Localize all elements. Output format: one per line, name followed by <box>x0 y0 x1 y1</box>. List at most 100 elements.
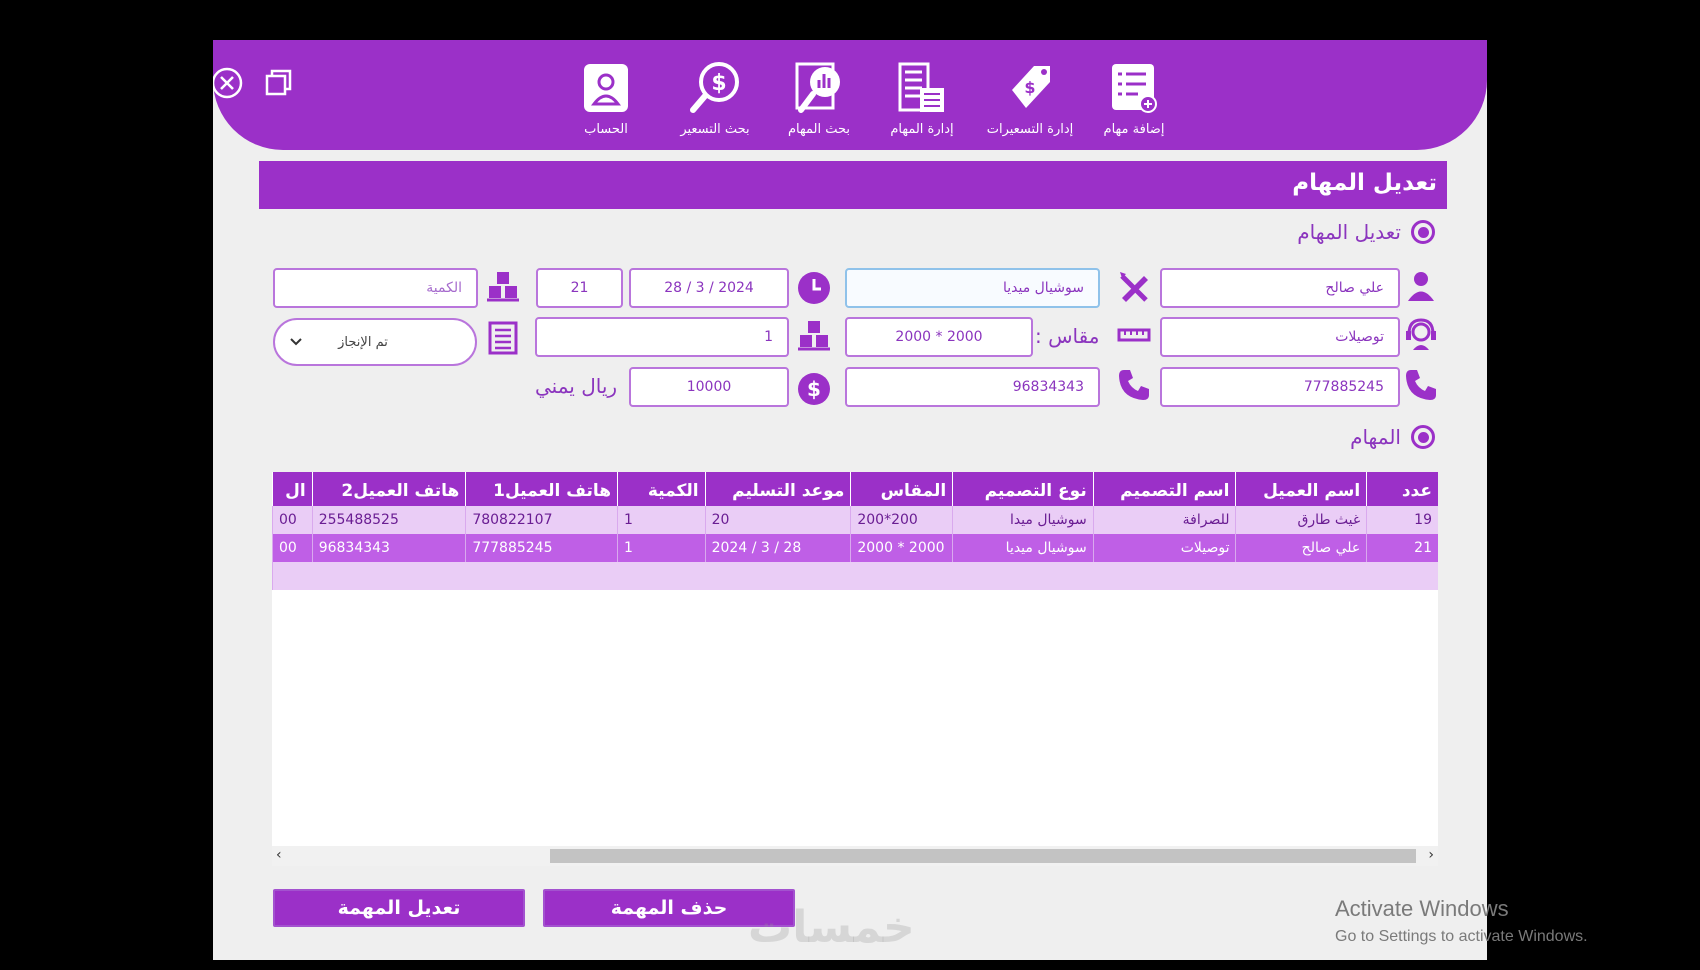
column-header[interactable]: الكمية <box>617 472 706 506</box>
dollar-icon: $ <box>796 371 832 407</box>
nav-account-label: الحساب <box>584 122 628 137</box>
phone-icon <box>1403 367 1439 403</box>
list-icon <box>485 320 521 356</box>
task-id-input[interactable]: 21 <box>536 268 623 308</box>
table-cell: سوشيال ميديا <box>952 534 1094 562</box>
nav-price-management-label: إدارة التسعيرات <box>986 122 1074 137</box>
quantity-placeholder-input[interactable]: الكمية <box>273 268 478 308</box>
horizontal-scrollbar[interactable]: ‹ › <box>272 846 1438 866</box>
tasks-grid[interactable]: عدد اسم العميل اسم التصميم نوع التصميم ا… <box>272 472 1438 850</box>
edit-task-button[interactable]: تعديل المهمة <box>273 889 525 927</box>
nav-task-management-label: إدارة المهام <box>890 122 954 137</box>
tasks-table: عدد اسم العميل اسم التصميم نوع التصميم ا… <box>272 472 1438 590</box>
price-search-icon: $ <box>690 62 739 113</box>
price-input[interactable]: 10000 <box>629 367 789 407</box>
nav-task-search-label: بحث المهام <box>788 122 850 137</box>
column-header[interactable]: هاتف العميل1 <box>465 472 618 506</box>
table-cell: 19 <box>1366 506 1438 534</box>
column-header[interactable]: موعد التسليم <box>704 472 851 506</box>
app-window: الحساب $ بحث التسعير بحث المهام إدارة ال… <box>213 40 1487 960</box>
watermark-text: خمسات <box>748 902 915 953</box>
delivery-date-input[interactable]: 2024 / 3 / 28 <box>629 268 789 308</box>
radio-icon[interactable] <box>1411 425 1435 449</box>
clock-icon <box>796 270 832 306</box>
phone1-input[interactable]: 777885245 <box>1160 367 1400 407</box>
page-title: تعديل المهام <box>1292 170 1437 196</box>
nav-task-management[interactable]: إدارة المهام <box>872 60 972 148</box>
table-cell: 2000 * 2000 <box>850 534 953 562</box>
column-header[interactable]: اسم التصميم <box>1092 472 1236 506</box>
table-cell: 255488525 <box>311 506 466 534</box>
status-select[interactable]: تم الإنجاز <box>273 318 477 366</box>
status-select-value: تم الإنجاز <box>338 334 388 350</box>
support-agent-icon <box>1403 316 1439 352</box>
ruler-icon <box>1116 317 1152 353</box>
table-cell: سوشيال ميدا <box>952 506 1094 534</box>
table-row[interactable]: 21 علي صالح توصيلات سوشيال ميديا 2000 * … <box>272 534 1438 562</box>
chevron-down-icon <box>290 338 302 346</box>
activate-windows-notice: Activate Windows Go to Settings to activ… <box>1335 896 1588 946</box>
table-cell: 777885245 <box>465 534 618 562</box>
column-header[interactable]: ال <box>272 472 313 506</box>
restore-window-button[interactable] <box>261 66 295 100</box>
column-header[interactable]: اسم العميل <box>1235 472 1367 506</box>
phone-icon <box>1116 367 1152 403</box>
table-cell: توصيلات <box>1092 534 1236 562</box>
column-header[interactable]: عدد <box>1366 472 1438 506</box>
design-name-input[interactable]: توصيلات <box>1160 317 1400 357</box>
column-header[interactable]: هاتف العميل2 <box>311 472 466 506</box>
scroll-left-icon[interactable]: ‹ <box>276 847 282 863</box>
svg-text:$: $ <box>1024 78 1035 97</box>
radio-icon[interactable] <box>1411 220 1435 244</box>
table-cell-empty <box>272 562 1438 590</box>
column-header[interactable]: المقاس <box>850 472 953 506</box>
boxes-icon <box>796 317 832 353</box>
nav-add-task[interactable]: إضافة مهام <box>1084 60 1184 148</box>
user-id-icon <box>584 64 628 112</box>
scrollbar-thumb[interactable] <box>550 849 1416 863</box>
table-cell: 96834343 <box>311 534 466 562</box>
activate-windows-subtitle: Go to Settings to activate Windows. <box>1335 928 1588 945</box>
table-header-row: عدد اسم العميل اسم التصميم نوع التصميم ا… <box>272 472 1438 506</box>
task-management-icon <box>898 62 944 112</box>
price-tag-icon: $ <box>1012 66 1050 108</box>
design-tools-icon <box>1116 268 1152 304</box>
section-edit-tasks[interactable]: تعديل المهام <box>1297 220 1435 244</box>
section-tasks-label: المهام <box>1350 425 1401 449</box>
restore-icon <box>265 69 292 96</box>
close-window-button[interactable] <box>213 66 244 100</box>
currency-label: ريال يمني <box>535 374 618 398</box>
table-cell: 21 <box>1366 534 1438 562</box>
customer-name-input[interactable]: علي صالح <box>1160 268 1400 308</box>
design-type-input[interactable]: سوشيال ميديا <box>845 268 1100 308</box>
svg-text:$: $ <box>711 71 726 96</box>
table-row-empty[interactable] <box>272 562 1438 590</box>
scroll-right-icon[interactable]: › <box>1428 847 1434 863</box>
section-edit-tasks-label: تعديل المهام <box>1297 220 1401 244</box>
table-cell: 28 / 3 / 2024 <box>704 534 851 562</box>
nav-price-management[interactable]: $ إدارة التسعيرات <box>980 60 1080 148</box>
table-cell: 1 <box>617 534 706 562</box>
column-header[interactable]: نوع التصميم <box>952 472 1094 506</box>
activate-windows-title: Activate Windows <box>1335 896 1509 921</box>
user-icon <box>1403 268 1439 304</box>
svg-text:$: $ <box>807 377 821 401</box>
table-cell: غيث طارق <box>1235 506 1367 534</box>
table-row[interactable]: 19 غيث طارق للصرافة سوشيال ميدا 200*200 … <box>272 506 1438 534</box>
table-cell: للصرافة <box>1092 506 1236 534</box>
nav-price-search-label: بحث التسعير <box>680 122 750 137</box>
section-tasks[interactable]: المهام <box>1350 425 1435 449</box>
nav-task-search[interactable]: بحث المهام <box>769 60 869 148</box>
nav-add-task-label: إضافة مهام <box>1103 122 1165 137</box>
nav-price-search[interactable]: $ بحث التسعير <box>665 60 765 148</box>
size-label: مقاس : <box>1035 324 1100 348</box>
page-title-bar: تعديل المهام <box>259 161 1447 209</box>
nav-account[interactable]: الحساب <box>556 60 656 148</box>
table-cell: 200*200 <box>850 506 953 534</box>
task-search-icon <box>795 62 840 113</box>
quantity-input[interactable]: 1 <box>535 317 789 357</box>
add-task-icon <box>1112 64 1157 113</box>
size-input[interactable]: 2000 * 2000 <box>845 317 1033 357</box>
phone2-input[interactable]: 96834343 <box>845 367 1100 407</box>
table-cell: 780822107 <box>465 506 618 534</box>
